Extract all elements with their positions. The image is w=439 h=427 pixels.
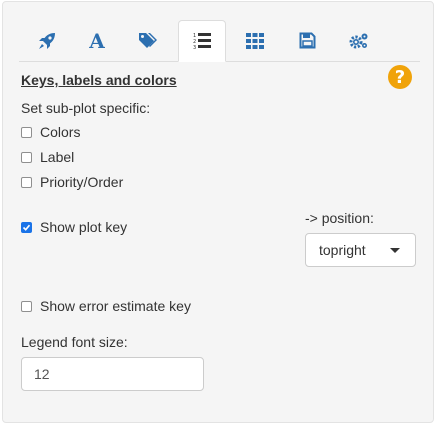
show-plot-key-option[interactable]: Show plot key <box>21 219 127 235</box>
tags-icon <box>139 32 157 48</box>
priority-checkbox[interactable] <box>21 176 32 188</box>
legend-font-size-label: Legend font size: <box>21 334 128 350</box>
tab-tags[interactable] <box>124 20 172 61</box>
colors-checkbox[interactable] <box>21 126 32 138</box>
tab-rocket[interactable] <box>23 20 71 61</box>
subplot-label: Set sub-plot specific: <box>21 100 151 116</box>
tab-save[interactable] <box>283 20 331 61</box>
section-title: Keys, labels and colors <box>21 72 177 88</box>
ordered-list-icon: 1 2 3 <box>193 33 211 50</box>
colors-option[interactable]: Colors <box>21 124 80 140</box>
label-option[interactable]: Label <box>21 149 74 165</box>
save-icon <box>299 32 315 49</box>
help-icon[interactable]: ? <box>388 65 412 89</box>
rocket-icon <box>39 32 55 49</box>
position-label: -> position: <box>305 210 374 226</box>
tab-bar: A 1 2 3 <box>19 20 420 62</box>
chevron-down-icon <box>390 248 400 253</box>
position-value: topright <box>319 242 366 258</box>
font-icon: A <box>89 28 105 53</box>
grid-icon <box>246 32 264 49</box>
tab-gears[interactable] <box>335 20 383 61</box>
tab-keys[interactable]: 1 2 3 <box>178 20 226 62</box>
show-error-key-label: Show error estimate key <box>40 298 191 314</box>
priority-label: Priority/Order <box>40 174 124 190</box>
show-error-key-option[interactable]: Show error estimate key <box>21 298 191 314</box>
legend-font-size-input[interactable] <box>21 357 204 391</box>
checkmark-icon <box>22 224 31 231</box>
colors-label: Colors <box>40 124 81 140</box>
label-checkbox[interactable] <box>21 151 32 163</box>
svg-text:3: 3 <box>193 45 196 50</box>
show-error-key-checkbox[interactable] <box>21 300 32 312</box>
tab-grid[interactable] <box>231 20 279 61</box>
label-label: Label <box>40 149 75 165</box>
show-plot-key-checkbox[interactable] <box>21 221 32 233</box>
tab-font[interactable]: A <box>73 20 121 61</box>
priority-option[interactable]: Priority/Order <box>21 174 123 190</box>
show-plot-key-label: Show plot key <box>40 219 128 235</box>
position-select[interactable]: topright <box>305 233 416 267</box>
gears-icon <box>349 33 368 48</box>
